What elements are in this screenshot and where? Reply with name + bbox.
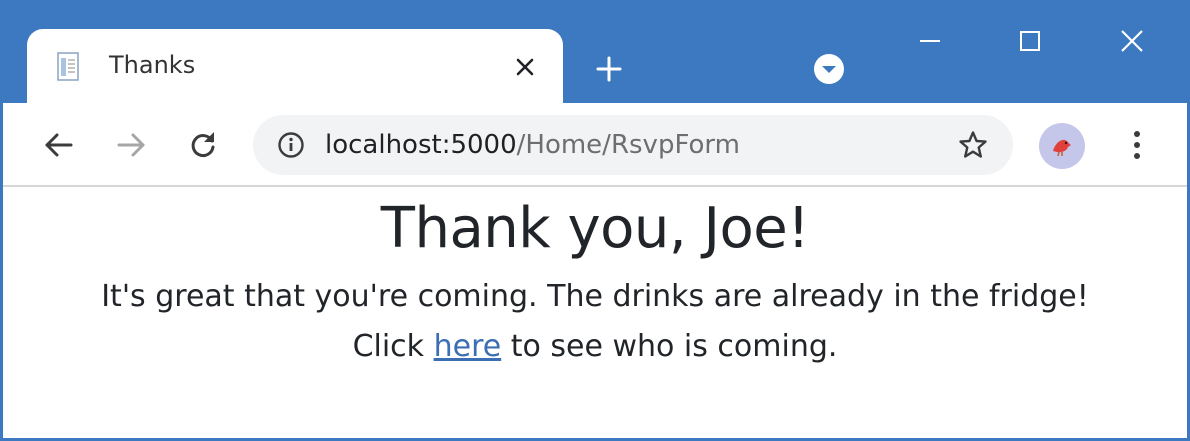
url-host: localhost:5000 xyxy=(325,130,517,160)
toolbar: localhost:5000/Home/RsvpForm xyxy=(3,103,1187,187)
maximize-icon[interactable] xyxy=(1005,19,1055,63)
chevron-down-icon[interactable] xyxy=(811,51,847,87)
link-suffix: to see who is coming. xyxy=(501,329,838,364)
minimize-icon[interactable] xyxy=(905,19,955,63)
info-icon[interactable] xyxy=(275,129,307,161)
address-bar[interactable]: localhost:5000/Home/RsvpForm xyxy=(253,115,1013,175)
next-step-message: Click here to see who is coming. xyxy=(3,325,1187,369)
url-path: /Home/RsvpForm xyxy=(516,130,740,160)
plus-icon[interactable] xyxy=(589,49,629,89)
kebab-menu-icon[interactable] xyxy=(1117,125,1157,165)
page-content: Thank you, Joe! It's great that you're c… xyxy=(3,187,1187,438)
guest-list-link[interactable]: here xyxy=(434,329,502,364)
browser-window: Thanks localhost:5000/Home/RsvpForm Than… xyxy=(0,0,1190,441)
arrow-left-icon[interactable] xyxy=(39,125,79,165)
close-icon[interactable] xyxy=(509,51,541,83)
arrow-right-icon[interactable] xyxy=(111,125,151,165)
close-icon[interactable] xyxy=(1107,19,1157,63)
tab-strip: Thanks xyxy=(3,3,1187,105)
url-text[interactable]: localhost:5000/Home/RsvpForm xyxy=(325,129,740,161)
page-icon xyxy=(55,51,83,83)
tab-thanks[interactable]: Thanks xyxy=(27,29,563,105)
link-prefix: Click xyxy=(352,329,434,364)
tab-title: Thanks xyxy=(109,51,196,79)
confirmation-message: It's great that you're coming. The drink… xyxy=(101,279,1089,314)
avatar-icon[interactable] xyxy=(1039,123,1085,169)
page-title: Thank you, Joe! xyxy=(380,196,810,261)
reload-icon[interactable] xyxy=(183,125,223,165)
star-icon[interactable] xyxy=(955,127,991,163)
